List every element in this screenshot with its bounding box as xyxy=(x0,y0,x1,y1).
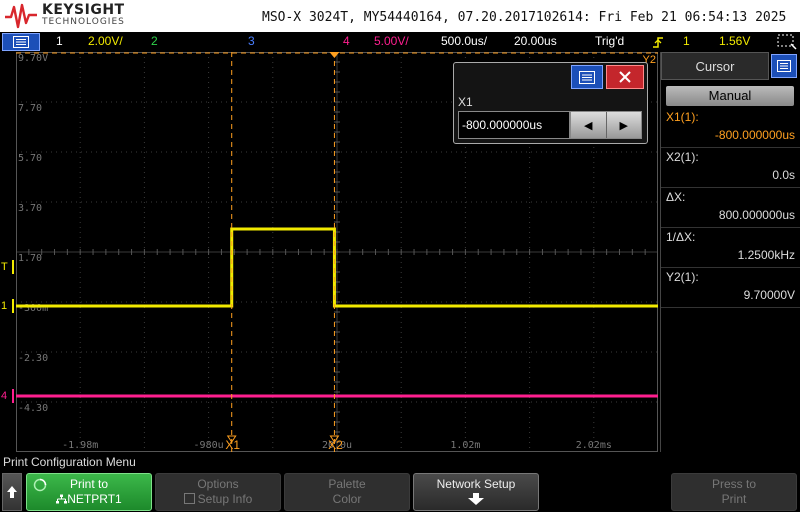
ch2-label[interactable]: 2 xyxy=(151,34,158,48)
cursor-readout-row: ΔX: 800.000000us xyxy=(661,188,800,228)
cursor-readout-value: 1.2500kHz xyxy=(737,248,795,262)
timebase-scale[interactable]: 500.0us/ xyxy=(441,34,487,48)
y-axis-label: 1.70 xyxy=(18,253,42,264)
cursor-panel-title: Cursor xyxy=(661,52,769,80)
cursor-readout-value: 800.000000us xyxy=(718,208,795,222)
palette-softkey[interactable]: Palette Color xyxy=(284,473,410,511)
header-bar: KEYSIGHT TECHNOLOGIES MSO-X 3024T, MY544… xyxy=(0,0,800,32)
channel-status-bar: 1 2.00V/ 2 3 4 5.00V/ 500.0us/ 20.00us T… xyxy=(0,32,800,52)
ch1-label[interactable]: 1 xyxy=(56,34,63,48)
popup-close-button[interactable] xyxy=(606,65,644,89)
print-to-value-text: NETPRT1 xyxy=(67,492,122,506)
x-axis-label: -980u xyxy=(194,440,224,451)
options-label: Options xyxy=(197,477,239,491)
print-label: Print xyxy=(721,492,747,506)
ch4-scale[interactable]: 5.00V/ xyxy=(374,34,409,48)
brand-name: KEYSIGHT xyxy=(42,2,125,18)
press-to-label: Press to xyxy=(711,477,756,491)
popup-label: X1 xyxy=(458,95,473,109)
setup-info-option[interactable]: Setup Info xyxy=(156,492,280,506)
cursor-panel-menu-button[interactable] xyxy=(771,54,797,78)
increment-button[interactable]: ▶ xyxy=(607,112,642,138)
trigger-level-marker[interactable]: T xyxy=(0,259,14,274)
knob-icon xyxy=(33,478,47,492)
channel-marker-strip: T 1 4 xyxy=(0,52,16,452)
trigger-level[interactable]: 1.56V xyxy=(719,34,750,48)
network-icon xyxy=(56,494,68,504)
time-delay[interactable]: 20.00us xyxy=(514,34,557,48)
cursor-readout-label: X2(1): xyxy=(666,150,699,164)
menu-list-icon xyxy=(13,36,29,48)
ch3-label[interactable]: 3 xyxy=(248,34,255,48)
chevron-right-icon: ▶ xyxy=(619,119,628,132)
cursor-readout-row: X2(1): 0.0s xyxy=(661,148,800,188)
y-axis-label: 3.70 xyxy=(18,203,42,214)
y-axis-label: -2.30 xyxy=(18,353,48,364)
trigger-source[interactable]: 1 xyxy=(683,34,690,48)
trigger-state: Trig'd xyxy=(595,34,625,48)
ch1-ground-marker[interactable]: 1 xyxy=(0,299,14,313)
x1-cursor-popup: X1 -800.000000us ◀ ▶ xyxy=(453,62,648,144)
arrow-down-icon xyxy=(468,493,484,505)
x1-value-field[interactable]: -800.000000us xyxy=(458,111,570,139)
cursor-readout-value: -800.000000us xyxy=(714,128,795,142)
x-axis-label: -1.98m xyxy=(62,440,98,451)
close-icon xyxy=(619,71,631,83)
main-menu-button[interactable] xyxy=(2,33,40,51)
cursor-readout-row: Y2(1): 9.70000V xyxy=(661,268,800,308)
menu-list-icon xyxy=(777,60,791,72)
trigger-position-marker xyxy=(329,52,340,58)
y-axis-label: 5.70 xyxy=(18,153,42,164)
setup-info-label: Setup Info xyxy=(197,492,253,506)
trigger-edge-icon xyxy=(653,37,663,48)
arrow-up-icon xyxy=(7,486,17,498)
press-to-print-softkey[interactable]: Press to Print xyxy=(671,473,797,511)
cursor-readout-row: 1/ΔX: 1.2500kHz xyxy=(661,228,800,268)
x1-stepper: ◀ ▶ xyxy=(570,111,642,139)
print-to-value: NETPRT1 xyxy=(27,492,151,506)
cursor-readout-value: 9.70000V xyxy=(743,288,795,302)
decrement-button[interactable]: ◀ xyxy=(571,112,607,138)
ch1-scale[interactable]: 2.00V/ xyxy=(88,34,123,48)
y-axis-label: 9.70V xyxy=(18,53,48,64)
cursor-mode-button[interactable]: Manual xyxy=(666,86,794,106)
cursor-readout-row: X1(1): -800.000000us xyxy=(661,108,800,148)
x-axis-label: 2.02ms xyxy=(576,440,612,451)
chevron-left-icon: ◀ xyxy=(584,119,593,132)
cursor-readout-label: 1/ΔX: xyxy=(666,230,696,244)
zoom-region-icon[interactable] xyxy=(777,34,797,50)
x-axis-label: 1.02m xyxy=(450,440,480,451)
keysight-logo-icon xyxy=(5,3,37,29)
ch4-ground-marker[interactable]: 4 xyxy=(0,389,14,403)
model-info: MSO-X 3024T, MY54440164, 07.20.201710261… xyxy=(262,10,787,25)
network-setup-label: Network Setup xyxy=(436,477,516,491)
back-button[interactable] xyxy=(2,473,22,511)
ch4-label[interactable]: 4 xyxy=(343,34,350,48)
y-axis-label: 7.70 xyxy=(18,103,42,114)
cursor-readout-label: Y2(1): xyxy=(666,270,699,284)
cursor-readout-value: 0.0s xyxy=(772,168,795,182)
cursor-readout-label: X1(1): xyxy=(666,110,699,124)
network-setup-softkey[interactable]: Network Setup xyxy=(413,473,539,511)
brand-subtitle: TECHNOLOGIES xyxy=(42,17,125,27)
softkey-menu-title: Print Configuration Menu xyxy=(0,453,800,471)
cursor-readout-label: ΔX: xyxy=(666,190,686,204)
y-axis-label: -4.30 xyxy=(18,403,48,414)
palette-label: Palette xyxy=(328,477,366,491)
cursor-side-panel: Cursor Manual X1(1): -800.000000us X2(1): 0… xyxy=(660,52,800,452)
options-softkey[interactable]: Options Setup Info xyxy=(155,473,281,511)
print-to-softkey[interactable]: Print to NETPRT1 xyxy=(26,473,152,511)
checkbox-icon xyxy=(183,493,195,504)
popup-menu-button[interactable] xyxy=(571,65,603,89)
palette-value: Color xyxy=(332,492,362,506)
menu-list-icon xyxy=(579,70,595,84)
